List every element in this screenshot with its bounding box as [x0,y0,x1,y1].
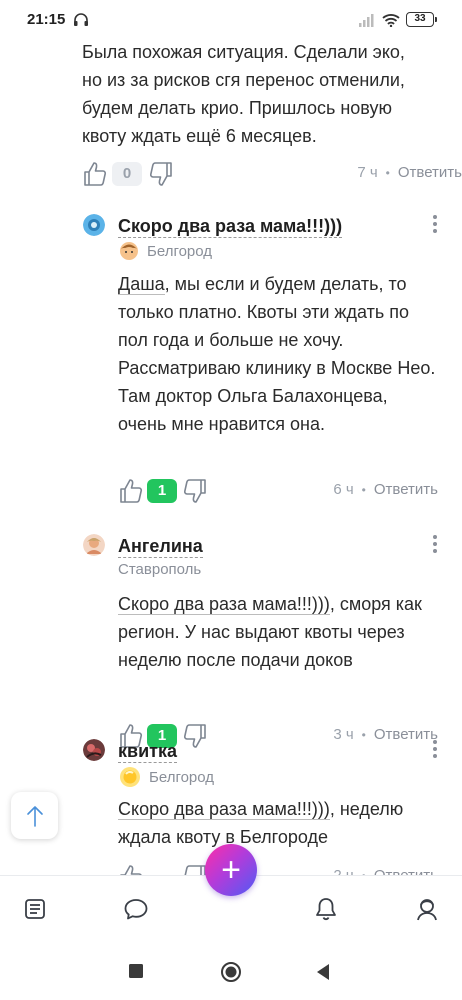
chat-icon [124,899,148,920]
mention-link[interactable]: Скоро два раза мама!!!))) [118,594,330,615]
avatar[interactable] [83,534,105,556]
circle-icon[interactable] [220,961,242,983]
nav-profile[interactable] [412,894,442,924]
more-options-button[interactable] [430,532,440,556]
like-count: 1 [147,479,177,503]
comment-body: , мы если и будем делать, то только плат… [118,274,436,434]
thumbs-up-icon[interactable] [118,863,144,875]
author-location: Белгород [119,766,214,788]
like-count: 0 [112,162,142,186]
more-options-button[interactable] [430,212,440,236]
status-time: 21:15 [27,11,66,28]
comment-actions: 2 ч • Ответить [118,863,438,875]
reply-button[interactable]: Ответить [398,164,462,181]
city-label: Белгород [147,242,213,260]
separator-dot: • [385,165,390,180]
status-icons: 33 [358,12,437,27]
thumbs-down-icon[interactable] [182,722,208,750]
comment-meta: 6 ч • Ответить [333,481,438,498]
headphones-icon [74,13,88,26]
comment-meta: 3 ч • Ответить [333,726,438,743]
comment-text: Даша, мы если и будем делать, то только … [118,270,438,438]
comment-time: 6 ч [333,481,354,498]
more-options-button[interactable] [430,737,440,761]
sun-badge-icon [120,767,140,787]
author-name[interactable]: Скоро два раза мама!!!))) [118,215,343,238]
comment-actions: 0 7 ч • Ответить [82,160,462,190]
reply-button[interactable]: Ответить [374,867,438,875]
thumbs-up-icon[interactable] [82,160,108,188]
comment-text: Скоро два раза мама!!!))), сморя как рег… [118,590,438,674]
status-bar: 21:15 33 [0,0,462,40]
battery-indicator: 33 [406,12,437,27]
system-navigation-bar [0,943,462,1000]
nav-feed[interactable] [20,894,50,924]
city-label: Ставрополь [118,561,202,578]
reply-button[interactable]: Ответить [374,726,438,743]
create-post-button[interactable]: + [205,844,257,896]
reply-button[interactable]: Ответить [374,481,438,498]
arrow-up-icon [26,805,43,827]
thumbs-down-icon[interactable] [148,160,174,188]
avatar[interactable] [83,214,105,236]
comment-time: 3 ч [333,726,354,743]
bell-icon [316,898,336,921]
profile-icon [417,899,437,921]
comment-text: Скоро два раза мама!!!))), неделю ждала … [118,795,438,851]
separator-dot: • [361,482,366,497]
comment-actions: 1 6 ч • Ответить [118,477,438,507]
comment-text: Была похожая ситуация. Сделали эко, но и… [82,42,405,146]
mention-link[interactable]: Скоро два раза мама!!!))) [118,799,330,820]
square-icon[interactable] [128,963,144,979]
user-badge-icon [120,242,138,260]
thumbs-down-icon[interactable] [182,477,208,505]
author-location: Ставрополь [118,561,201,578]
separator-dot: • [361,727,366,742]
scroll-to-top-button[interactable] [11,792,58,839]
comment-feed[interactable]: Была похожая ситуация. Сделали эко, но и… [0,40,462,875]
comment-meta: 7 ч • Ответить [357,164,462,181]
avatar[interactable] [83,739,105,761]
comment-time: 2 ч [333,867,353,875]
nav-notifications[interactable] [311,894,341,924]
comment-meta: 2 ч • Ответить [333,867,438,875]
author-name[interactable]: Ангелина [118,535,203,558]
wifi-icon [382,13,400,27]
thumbs-up-icon[interactable] [118,477,144,505]
comment-time: 7 ч [357,164,378,181]
city-label: Белгород [149,768,215,786]
nav-chat[interactable] [121,894,151,924]
author-name[interactable]: квитка [118,740,177,763]
mention-link[interactable]: Даша [118,274,165,295]
signal-icon [359,13,374,27]
back-triangle-icon[interactable] [315,963,331,981]
author-location: Белгород [119,241,212,261]
feed-icon [25,899,45,919]
